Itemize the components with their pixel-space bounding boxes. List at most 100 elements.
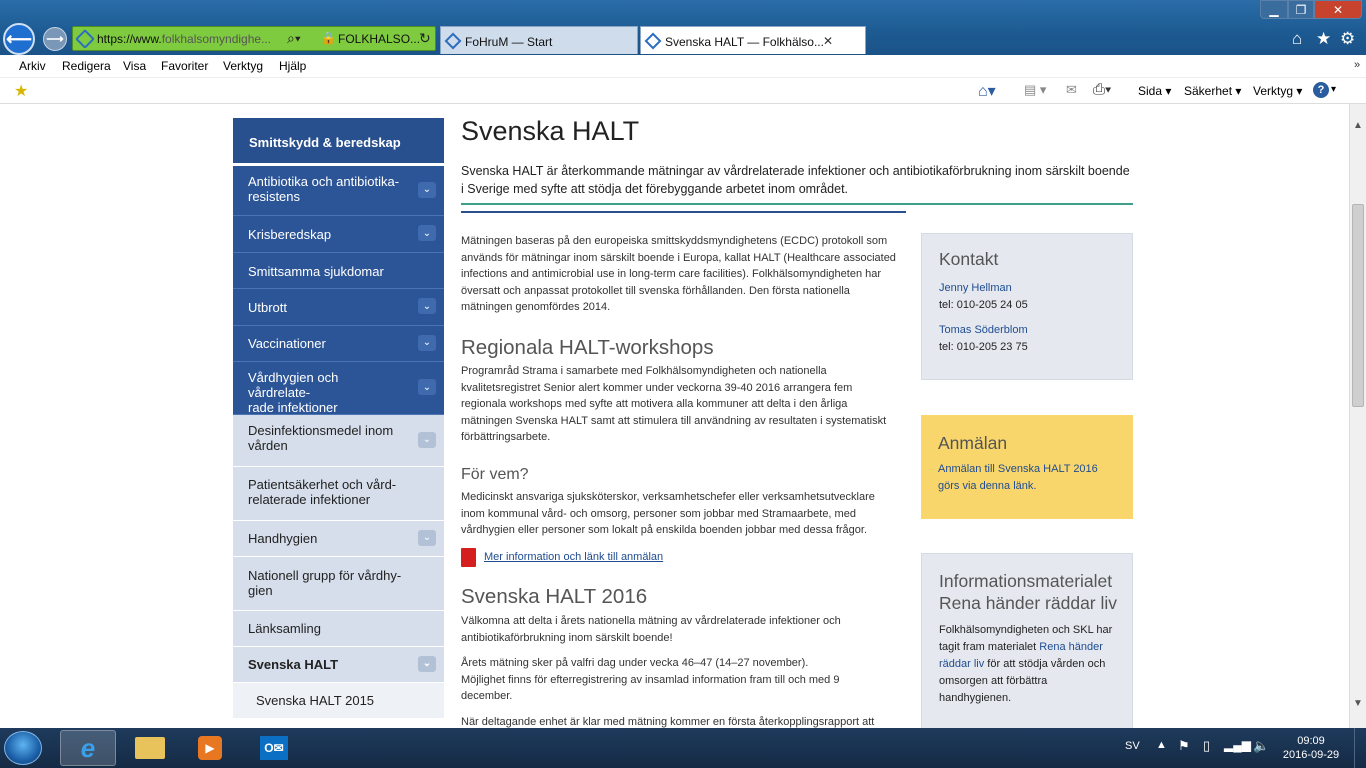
- info-text: Folkhälsomyndigheten och SKL har tagit f…: [939, 624, 1113, 704]
- volume-icon[interactable]: 🔈: [1253, 738, 1269, 754]
- scroll-down-icon[interactable]: ▼: [1353, 698, 1363, 709]
- minimize-button[interactable]: ▁: [1260, 0, 1288, 19]
- menu-visa[interactable]: Visa: [123, 59, 146, 73]
- rss-icon[interactable]: ▤ ▾: [1024, 82, 1046, 98]
- back-button[interactable]: ⟵: [3, 23, 35, 55]
- address-bar[interactable]: https://www.folkhalsomyndighe... ⌕▾ 🔒 FO…: [72, 26, 436, 51]
- contact-name-link[interactable]: Jenny Hellman: [939, 280, 1012, 297]
- paragraph-workshops: Programråd Strama i samarbete med Folkhä…: [461, 365, 887, 443]
- chevron-down-icon[interactable]: ⌄: [418, 529, 436, 546]
- close-button[interactable]: ✕: [1314, 0, 1362, 19]
- tools-menu[interactable]: Verktyg ▾: [1253, 84, 1302, 98]
- print-icon[interactable]: ⎙▾: [1093, 81, 1111, 98]
- heading-workshops: Regionala HALT-workshops: [461, 336, 714, 359]
- signal-icon[interactable]: ▂▄▆: [1224, 738, 1251, 752]
- taskbar-explorer[interactable]: [122, 730, 178, 766]
- sidebar-nav: Smittskydd & beredskap Antibiotika och a…: [233, 118, 444, 719]
- chevron-down-icon[interactable]: ⌄: [418, 431, 436, 448]
- more-info-link[interactable]: Mer information och länk till anmälan: [484, 551, 663, 563]
- paragraph-schedule: Årets mätning sker på valfri dag under v…: [461, 657, 840, 702]
- paragraph-for-vem: Medicinskt ansvariga sjuksköterskor, ver…: [461, 491, 875, 536]
- mail-icon[interactable]: ✉: [1066, 82, 1077, 98]
- content-divider: [461, 211, 906, 213]
- chevron-down-icon[interactable]: ⌄: [418, 334, 436, 351]
- command-bar: ★ ⌂▾ ▤ ▾ ✉ ⎙▾ Sida ▾ Säkerhet ▾ Verktyg …: [0, 78, 1366, 104]
- chevron-down-icon[interactable]: ⌄: [418, 225, 436, 241]
- paragraph-ecdc: Mätningen baseras på den europeiska smit…: [461, 235, 896, 313]
- anmalan-link[interactable]: Anmälan till Svenska HALT 2016 görs via d…: [938, 461, 1098, 495]
- home-cmd-icon[interactable]: ⌂▾: [978, 81, 996, 101]
- menu-bar: Arkiv Redigera Visa Favoriter Verktyg Hj…: [0, 55, 1366, 78]
- clock[interactable]: 09:09 2016-09-29: [1280, 734, 1342, 762]
- tray-arrow-icon[interactable]: ▲: [1156, 739, 1167, 751]
- taskbar-media[interactable]: ▶: [182, 730, 238, 766]
- address-url: https://www.folkhalsomyndighe...: [97, 32, 272, 46]
- rena-hander-link[interactable]: Rena händer: [1039, 641, 1103, 653]
- paragraph-feedback: När deltagande enhet är klar med mätning…: [461, 716, 875, 728]
- language-indicator[interactable]: SV: [1125, 740, 1140, 752]
- contact-title: Kontakt: [939, 249, 999, 269]
- taskbar-outlook[interactable]: O✉: [246, 730, 302, 766]
- search-icon[interactable]: ⌕▾: [287, 30, 301, 47]
- safety-menu[interactable]: Säkerhet ▾: [1184, 84, 1241, 98]
- menu-redigera[interactable]: Redigera: [62, 59, 111, 73]
- contact-box: Kontakt Jenny Hellman tel: 010-205 24 05…: [921, 233, 1133, 380]
- security-label[interactable]: FOLKHALSO...: [338, 32, 420, 46]
- chevron-down-icon[interactable]: ⌄: [418, 298, 436, 314]
- sidebar-item-handhygien[interactable]: Handhygien ⌄: [233, 521, 444, 557]
- heading-for-vem: För vem?: [461, 466, 529, 483]
- sidebar-header[interactable]: Smittskydd & beredskap: [233, 118, 444, 166]
- menu-arkiv[interactable]: Arkiv: [19, 59, 46, 73]
- help-chevron-icon[interactable]: ▾: [1331, 84, 1336, 95]
- help-icon[interactable]: ?: [1313, 82, 1329, 98]
- sidebar-item-utbrott[interactable]: Utbrott ⌄: [233, 289, 444, 326]
- scroll-up-icon[interactable]: ▲: [1353, 120, 1363, 131]
- intro-text: Svenska HALT är återkommande mätningar a…: [461, 164, 1130, 196]
- page-menu[interactable]: Sida ▾: [1138, 84, 1171, 98]
- info-title: Informationsmaterialet Rena händer räddar…: [939, 571, 1118, 613]
- menu-hjalp[interactable]: Hjälp: [279, 59, 306, 73]
- flag-icon[interactable]: ⚑: [1178, 738, 1190, 754]
- scroll-thumb[interactable]: [1352, 204, 1364, 407]
- vertical-scrollbar[interactable]: ▲ ▼: [1349, 104, 1366, 728]
- sidebar-item-antibiotika[interactable]: Antibiotika och antibiotika-resistens ⌄: [233, 166, 444, 216]
- folder-icon: [135, 737, 165, 759]
- add-favorite-star-icon[interactable]: ★: [14, 81, 28, 101]
- sidebar-item-lanksamling[interactable]: Länksamling: [233, 611, 444, 647]
- sidebar-subitem-svenska-halt-2015[interactable]: Svenska HALT 2015: [233, 683, 444, 719]
- paragraph-welcome: Välkomna att delta i årets nationella mä…: [461, 615, 841, 644]
- taskbar-ie[interactable]: e: [60, 730, 116, 766]
- sidebar-item-smittsamma[interactable]: Smittsamma sjukdomar: [233, 253, 444, 289]
- chevron-down-icon[interactable]: ⌄: [418, 655, 436, 672]
- toolbar-chevron-icon[interactable]: »: [1354, 59, 1360, 71]
- sidebar-item-vardhygien[interactable]: Vårdhygien och vårdrelate-rade infektion…: [233, 362, 444, 415]
- sidebar-item-patientsakerhet[interactable]: Patientsäkerhet och vård-relaterade infe…: [233, 467, 444, 521]
- refresh-icon[interactable]: ↻: [419, 30, 431, 47]
- menu-favoriter[interactable]: Favoriter: [161, 59, 208, 73]
- sidebar-item-svenska-halt[interactable]: Svenska HALT ⌄: [233, 647, 444, 683]
- sidebar-item-vaccinationer[interactable]: Vaccinationer ⌄: [233, 326, 444, 362]
- show-desktop-button[interactable]: [1354, 728, 1366, 768]
- favorites-star-icon[interactable]: ★: [1316, 29, 1331, 49]
- sidebar-item-desinfektionsmedel[interactable]: Desinfektionsmedel inom vården ⌄: [233, 415, 444, 467]
- page-title: Svenska HALT: [461, 116, 640, 146]
- sidebar-item-nationell-grupp[interactable]: Nationell grupp för vårdhy-gien: [233, 557, 444, 611]
- forward-button[interactable]: ⟶: [43, 27, 67, 51]
- tab-site-icon: [644, 32, 662, 50]
- sidebar-item-krisberedskap[interactable]: Krisberedskap ⌄: [233, 216, 444, 253]
- tab-close-icon[interactable]: ✕: [823, 34, 833, 48]
- contact-tel: tel: 010-205 23 75: [939, 341, 1028, 353]
- home-icon[interactable]: ⌂: [1292, 29, 1302, 49]
- chevron-down-icon[interactable]: ⌄: [418, 181, 436, 198]
- settings-gear-icon[interactable]: ⚙: [1340, 29, 1355, 49]
- restore-button[interactable]: ❐: [1288, 0, 1314, 19]
- tab-svenska-halt[interactable]: Svenska HALT — Folkhälso... ✕: [640, 26, 866, 54]
- chevron-down-icon[interactable]: ⌄: [418, 379, 436, 395]
- outlook-icon: O✉: [260, 736, 288, 760]
- menu-verktyg[interactable]: Verktyg: [223, 59, 263, 73]
- start-button[interactable]: [4, 731, 42, 765]
- tab-fohrum[interactable]: FoHruM — Start: [440, 26, 638, 54]
- contact-name-link[interactable]: Tomas Söderblom: [939, 322, 1028, 339]
- rena-hander-link[interactable]: räddar liv: [939, 658, 984, 670]
- battery-icon[interactable]: ▯: [1203, 738, 1210, 754]
